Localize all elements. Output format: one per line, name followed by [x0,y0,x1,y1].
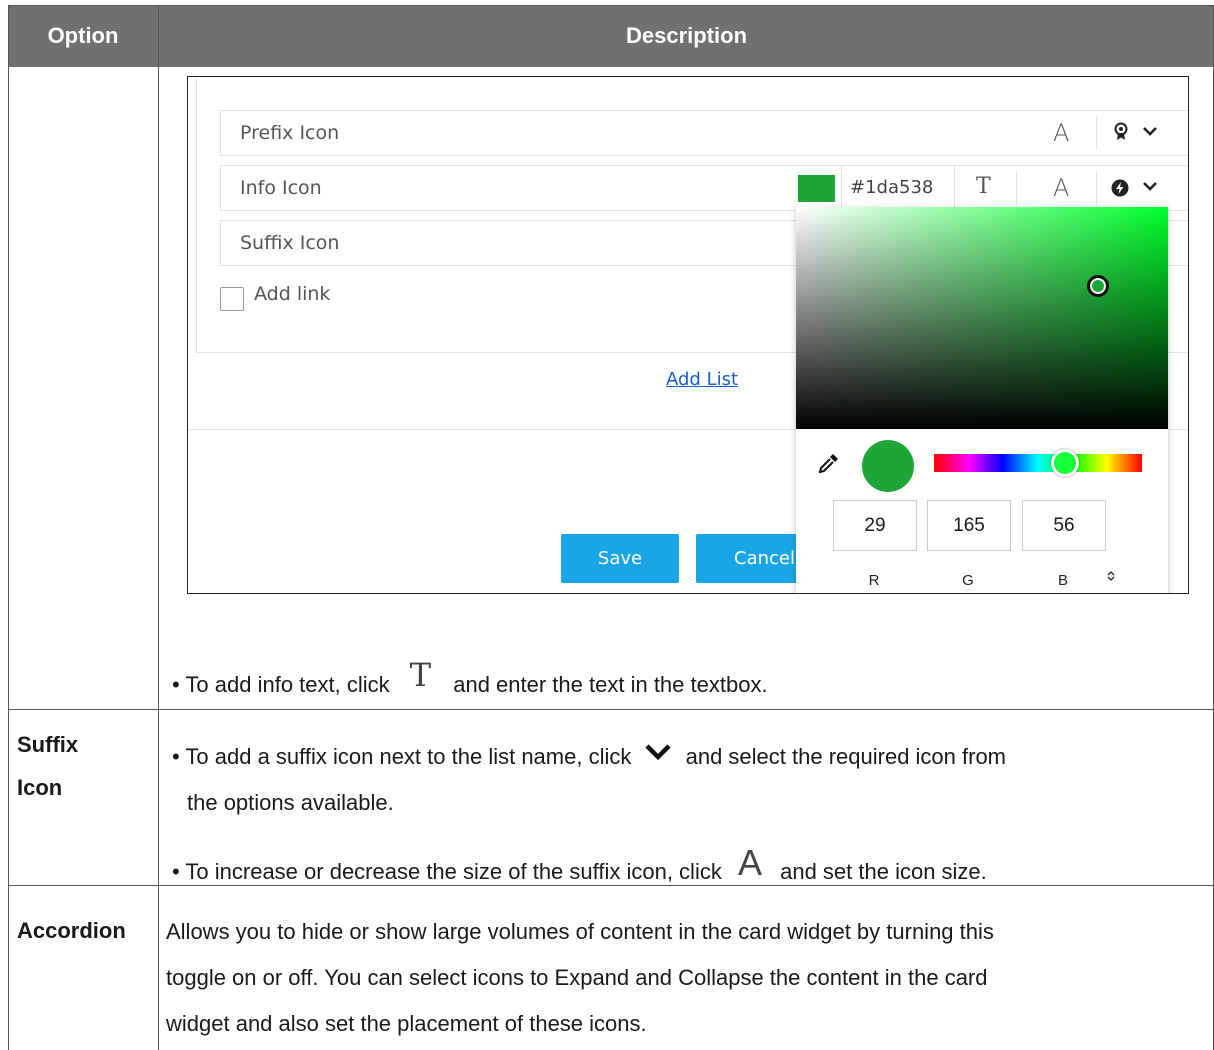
add-list-link[interactable]: Add List [666,369,738,390]
suffix-text-1c: the options available. [187,790,394,815]
table-left-border [8,5,9,1050]
accordion-text-line3: widget and also set the placement of the… [166,1011,647,1036]
prefix-icon-label: Prefix Icon [240,122,340,144]
bolt-icon[interactable] [1111,179,1129,197]
separator [1096,116,1097,150]
green-input[interactable]: 165 [927,500,1011,551]
hue-slider[interactable] [934,454,1142,472]
prefix-icon-row: Prefix Icon A [220,110,1188,156]
icon-size-button[interactable]: A [1053,119,1069,147]
separator [1096,171,1097,205]
saturation-handle[interactable] [1087,275,1109,297]
column-divider [158,5,159,1050]
hex-input[interactable]: #1da538 [841,166,955,210]
green-label: G [962,572,974,589]
chevron-down-icon[interactable] [1143,125,1157,139]
accordion-text-line1: Allows you to hide or show large volumes… [166,919,994,944]
award-icon[interactable] [1113,122,1129,142]
suffix-text-line1: • To add a suffix icon next to the list … [172,734,1006,780]
info-text-button[interactable]: T [976,174,991,199]
suffix-icon-label: Suffix Icon [240,232,340,254]
table-top-border [8,5,1214,6]
info-icon-row: Info Icon #1da538 T A [220,165,1188,211]
size-icon: A [737,842,762,883]
icon-size-button[interactable]: A [1053,174,1069,202]
blue-label: B [1057,572,1068,589]
red-input[interactable]: 29 [833,500,917,551]
suffix-text-1b: and select the required icon from [685,744,1007,769]
eyedropper-icon[interactable] [818,452,840,474]
embedded-screenshot: Prefix Icon A Info Icon #1da538 T A Suff… [187,76,1189,594]
separator [1016,171,1017,205]
hex-value: #1da538 [850,177,934,198]
blue-input[interactable]: 56 [1022,500,1106,551]
color-swatch[interactable] [798,175,835,202]
suffix-text-2b: and set the icon size. [780,859,987,884]
add-link-label: Add link [254,283,331,305]
mode-toggle-icon[interactable] [1107,570,1115,582]
accordion-text-line2: toggle on or off. You can select icons t… [166,965,988,990]
header-option: Option [8,5,158,67]
row-divider-1 [8,709,1214,710]
suffix-text-1a: • To add a suffix icon next to the list … [172,744,632,769]
info-text-prefix: • To add info text, click [172,672,390,697]
red-label: R [868,572,880,589]
save-button[interactable]: Save [561,534,679,583]
saturation-value-area[interactable] [796,207,1168,429]
add-link-checkbox[interactable] [220,287,244,311]
hue-handle[interactable] [1051,449,1079,477]
option-suffix-icon-line1: Suffix [17,732,79,757]
chevron-down-icon[interactable] [1143,180,1157,194]
chevron-down-icon [645,744,672,761]
option-accordion: Accordion [17,918,126,943]
info-text-suffix: and enter the text in the textbox. [453,672,768,697]
option-suffix-icon-line2: Icon [17,775,63,800]
text-icon: T [409,656,432,694]
suffix-text-line2: • To increase or decrease the size of th… [172,842,987,895]
info-icon-label: Info Icon [240,177,322,199]
color-preview [862,440,914,492]
suffix-text-2a: • To increase or decrease the size of th… [172,859,722,884]
color-picker: 29 165 56 R G B [796,207,1168,593]
info-text-line: • To add info text, click T and enter th… [172,656,768,708]
header-description: Description [159,5,1214,67]
